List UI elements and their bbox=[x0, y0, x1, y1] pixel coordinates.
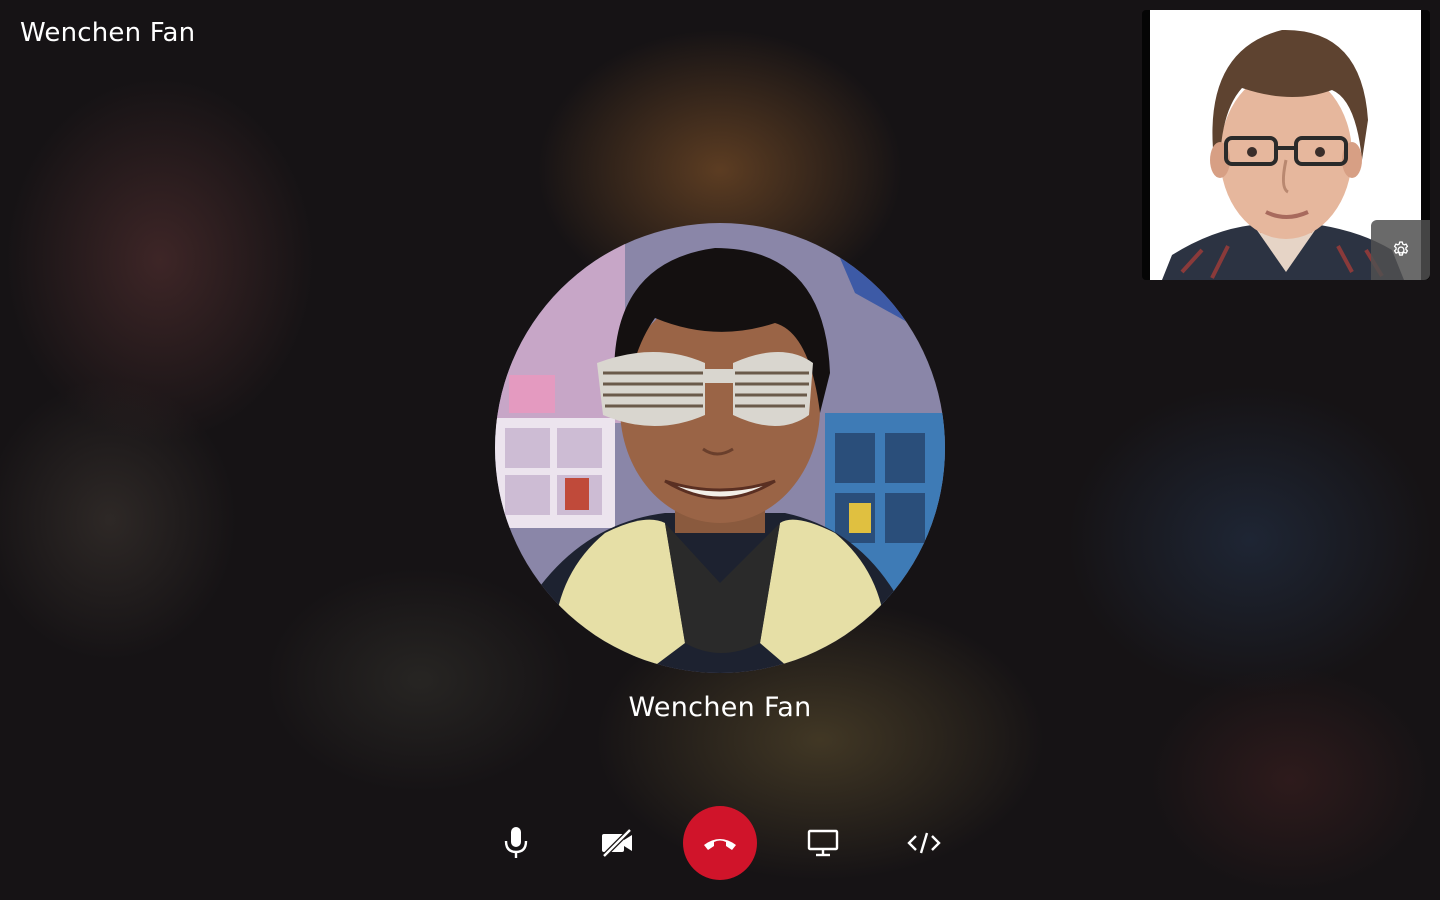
microphone-icon bbox=[504, 827, 528, 858]
call-controls bbox=[0, 806, 1440, 880]
camera-off-icon bbox=[602, 828, 632, 858]
gear-icon bbox=[1393, 241, 1408, 256]
toggle-camera-button[interactable] bbox=[580, 806, 654, 880]
caller-name: Wenchen Fan bbox=[628, 692, 812, 723]
mute-microphone-button[interactable] bbox=[479, 806, 553, 880]
call-screen: Wenchen Fan Wenchen Fan bbox=[0, 0, 1440, 900]
code-icon bbox=[907, 832, 941, 854]
hang-up-icon bbox=[704, 839, 736, 850]
caller-photo bbox=[495, 223, 945, 673]
share-screen-button[interactable] bbox=[786, 806, 860, 880]
sunglasses bbox=[597, 352, 813, 426]
embed-code-button[interactable] bbox=[887, 806, 961, 880]
screen-share-icon bbox=[807, 829, 839, 857]
caller-name-header: Wenchen Fan bbox=[20, 18, 196, 48]
end-call-button[interactable] bbox=[683, 806, 757, 880]
caller-avatar bbox=[495, 223, 945, 673]
video-settings-button[interactable] bbox=[1371, 220, 1430, 280]
